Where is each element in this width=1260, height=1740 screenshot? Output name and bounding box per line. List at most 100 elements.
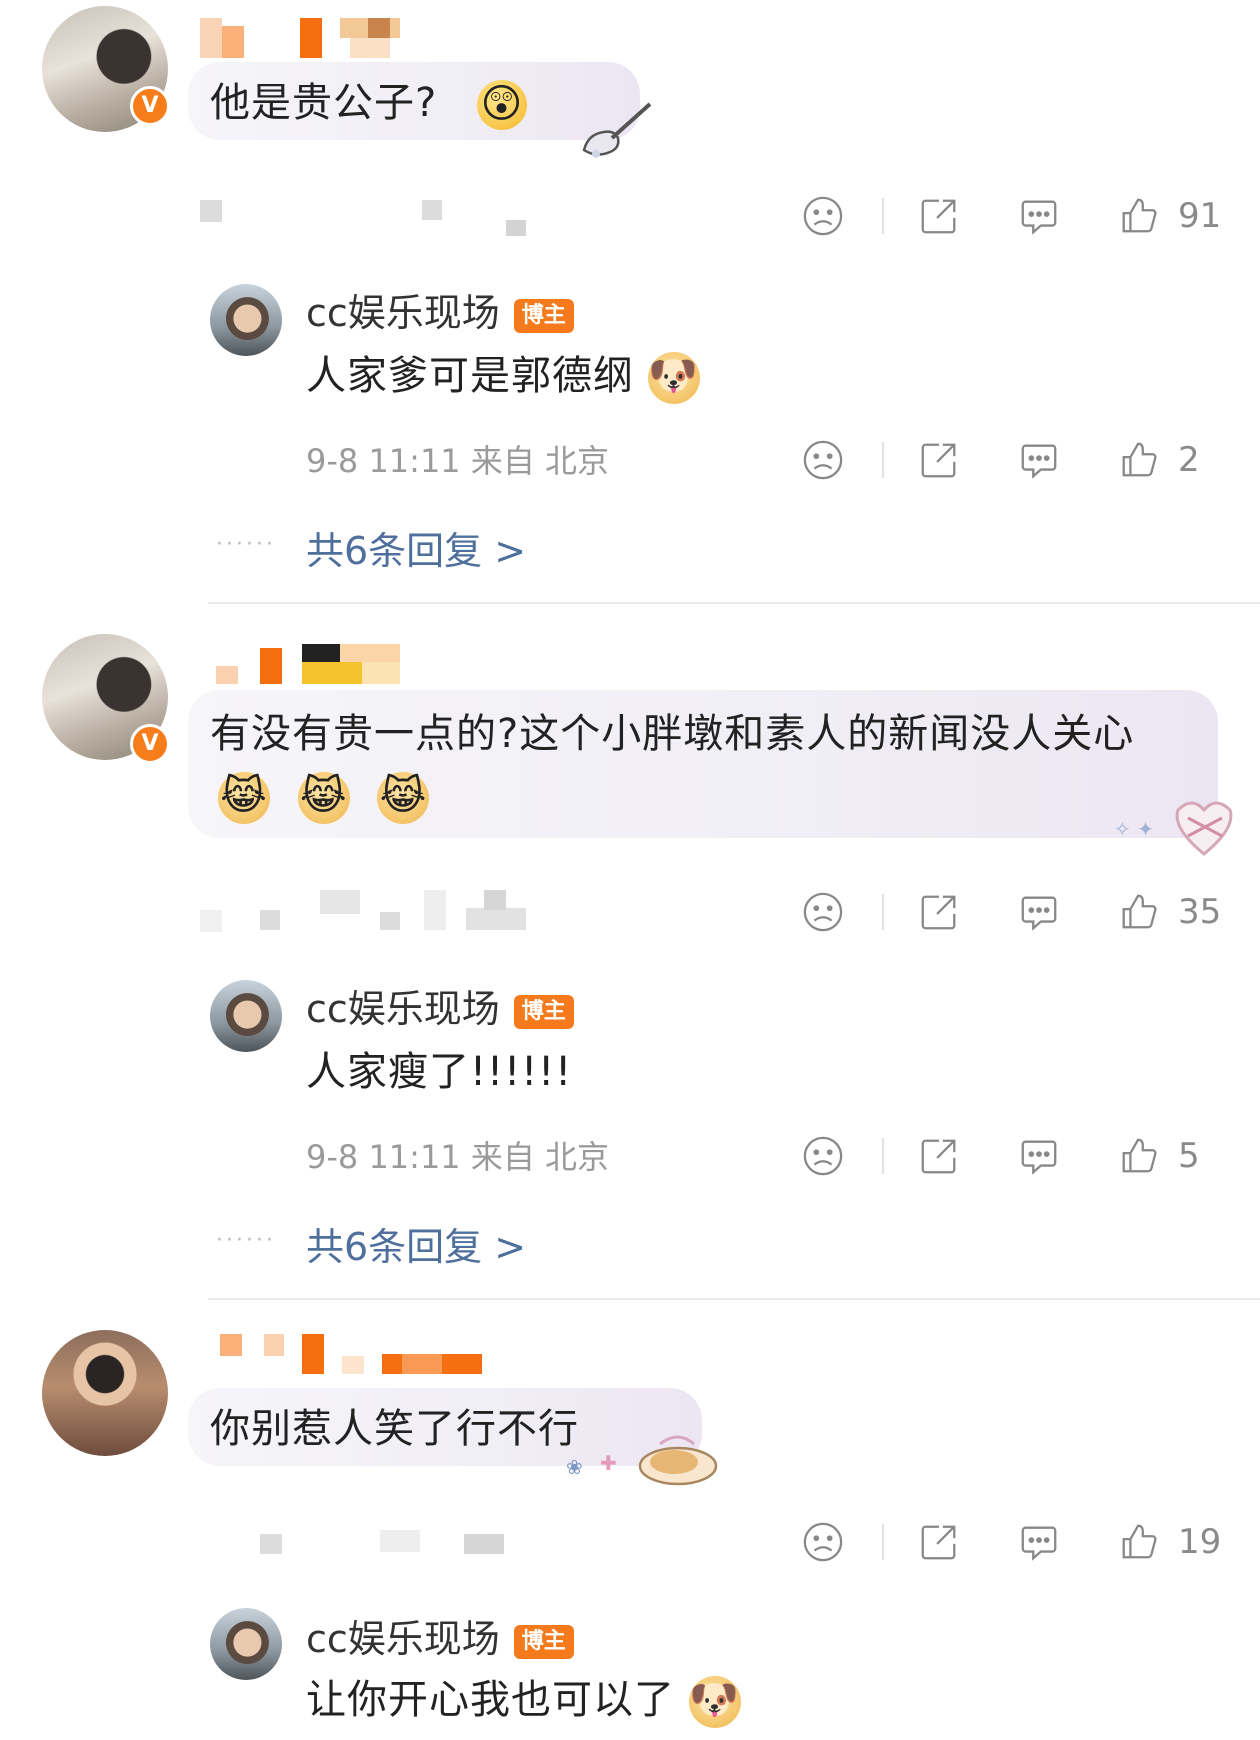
dislike-button[interactable] (802, 195, 844, 237)
blogger-avatar[interactable] (210, 284, 282, 356)
reply-actions: 5 (802, 1126, 1222, 1186)
comment-bubble-icon (1021, 200, 1057, 235)
blogger-badge: 博主 (513, 994, 574, 1029)
share-icon (921, 199, 956, 234)
action-separator (882, 894, 884, 930)
frown-face-icon (803, 196, 843, 236)
blogger-avatar[interactable] (210, 980, 282, 1052)
share-button[interactable] (918, 195, 960, 237)
like-count: 5 (1178, 1136, 1200, 1176)
doge-emoji-icon: 🐶 (688, 1676, 741, 1728)
reply-timestamp: 9-8 11:11 来自 北京 (306, 1138, 610, 1176)
comment-text-content: 有没有贵一点的?这个小胖墩和素人的新闻没人关心 (210, 711, 1135, 757)
cat-crying-emoji-icon: 😹 (297, 772, 350, 824)
comment-bubble-icon (1021, 1140, 1057, 1175)
verified-v-icon: V (130, 724, 170, 764)
frown-face-icon (803, 440, 843, 480)
like-count: 2 (1178, 440, 1200, 480)
more-dots: ······ (216, 1228, 276, 1253)
comment-text: 有没有贵一点的?这个小胖墩和素人的新闻没人关心 😹 😹 😹 (210, 703, 1190, 827)
share-button[interactable] (918, 439, 960, 481)
cat-crying-emoji-icon: 😹 (218, 772, 270, 824)
reply-author[interactable]: cc娱乐现场 博主 (306, 978, 574, 1033)
thumbs-up-icon (1122, 1138, 1157, 1173)
cat-crying-emoji-icon: 😹 (377, 772, 430, 824)
reply-text-content: 让你开心我也可以了 (306, 1677, 675, 1723)
share-button[interactable] (918, 891, 960, 933)
dislike-button[interactable] (802, 1135, 844, 1177)
comment-text-content: 他是贵公子? (210, 80, 438, 126)
like-count: 91 (1178, 196, 1222, 236)
like-button[interactable]: 5 (1118, 1135, 1222, 1177)
thumbs-up-icon (1122, 894, 1157, 929)
share-button[interactable] (918, 1135, 960, 1177)
share-icon (921, 1139, 956, 1174)
comment-actions: 35 (802, 882, 1222, 942)
more-replies-link[interactable]: 共6条回复 > (306, 520, 526, 575)
comment-meta-blurred (200, 200, 526, 236)
reply-author[interactable]: cc娱乐现场 博主 (306, 1608, 574, 1663)
reply-author[interactable]: cc娱乐现场 博主 (306, 282, 574, 337)
blogger-badge: 博主 (513, 1624, 574, 1659)
thread-divider (208, 602, 1260, 604)
comment-meta-blurred (200, 1530, 540, 1560)
comment-bubble-icon (1021, 896, 1057, 931)
like-count: 19 (1178, 1522, 1222, 1562)
comment-text: 他是贵公子? 😲 (210, 72, 527, 134)
share-button[interactable] (918, 1521, 960, 1563)
dislike-button[interactable] (802, 1521, 844, 1563)
username-blurred[interactable] (216, 644, 426, 684)
comment-meta-blurred (200, 890, 540, 932)
dislike-button[interactable] (802, 891, 844, 933)
verified-v-icon: V (130, 86, 170, 126)
guitar-sticker-icon (582, 102, 652, 158)
comment-bubble-icon (1021, 1526, 1057, 1561)
reply-button[interactable] (1018, 439, 1060, 481)
dislike-button[interactable] (802, 439, 844, 481)
username-blurred[interactable] (200, 18, 410, 58)
like-count: 35 (1178, 892, 1222, 932)
reply-author-name: cc娱乐现场 (306, 291, 500, 335)
reply-timestamp: 9-8 11:11 来自 北京 (306, 442, 610, 480)
comment-actions: 19 (802, 1512, 1222, 1572)
doge-emoji-icon: 🐶 (647, 352, 700, 404)
thread-divider (208, 1298, 1260, 1300)
comment-actions: 91 (802, 186, 1222, 246)
like-button[interactable]: 91 (1118, 195, 1222, 237)
comment-bubble-icon (1021, 444, 1057, 479)
thumbs-up-icon (1122, 1524, 1157, 1559)
svg-text:❀: ❀ (566, 1455, 583, 1479)
username-blurred[interactable] (220, 1334, 500, 1374)
action-separator (882, 1138, 884, 1174)
share-icon (921, 895, 956, 930)
reply-actions: 2 (802, 430, 1222, 490)
reply-button[interactable] (1018, 1521, 1060, 1563)
blogger-badge: 博主 (513, 298, 574, 333)
comment-text: 你别惹人笑了行不行 (210, 1406, 579, 1452)
reply-text: 让你开心我也可以了 🐶 (306, 1672, 741, 1728)
frown-face-icon (803, 1136, 843, 1176)
action-separator (882, 1524, 884, 1560)
reply-text: 人家爹可是郭德纲 🐶 (306, 348, 700, 404)
reply-button[interactable] (1018, 1135, 1060, 1177)
action-separator (882, 442, 884, 478)
share-icon (921, 443, 956, 478)
like-button[interactable]: 2 (1118, 439, 1222, 481)
reply-author-name: cc娱乐现场 (306, 987, 500, 1031)
thumbs-up-icon (1122, 198, 1157, 233)
svg-text:✚: ✚ (600, 1451, 617, 1475)
sleeping-dog-sticker-icon: ❀ ✚ (566, 1435, 718, 1486)
frown-face-icon (803, 1522, 843, 1562)
user-avatar[interactable] (42, 1330, 168, 1456)
frown-face-icon (803, 892, 843, 932)
blogger-avatar[interactable] (210, 1608, 282, 1680)
reply-button[interactable] (1018, 195, 1060, 237)
svg-text:✧ ✦: ✧ ✦ (1114, 817, 1154, 841)
thumbs-up-icon (1122, 442, 1157, 477)
like-button[interactable]: 19 (1118, 1521, 1222, 1563)
reply-button[interactable] (1018, 891, 1060, 933)
more-replies-link[interactable]: 共6条回复 > (306, 1216, 526, 1271)
reply-author-name: cc娱乐现场 (306, 1617, 500, 1661)
action-separator (882, 198, 884, 234)
like-button[interactable]: 35 (1118, 891, 1222, 933)
